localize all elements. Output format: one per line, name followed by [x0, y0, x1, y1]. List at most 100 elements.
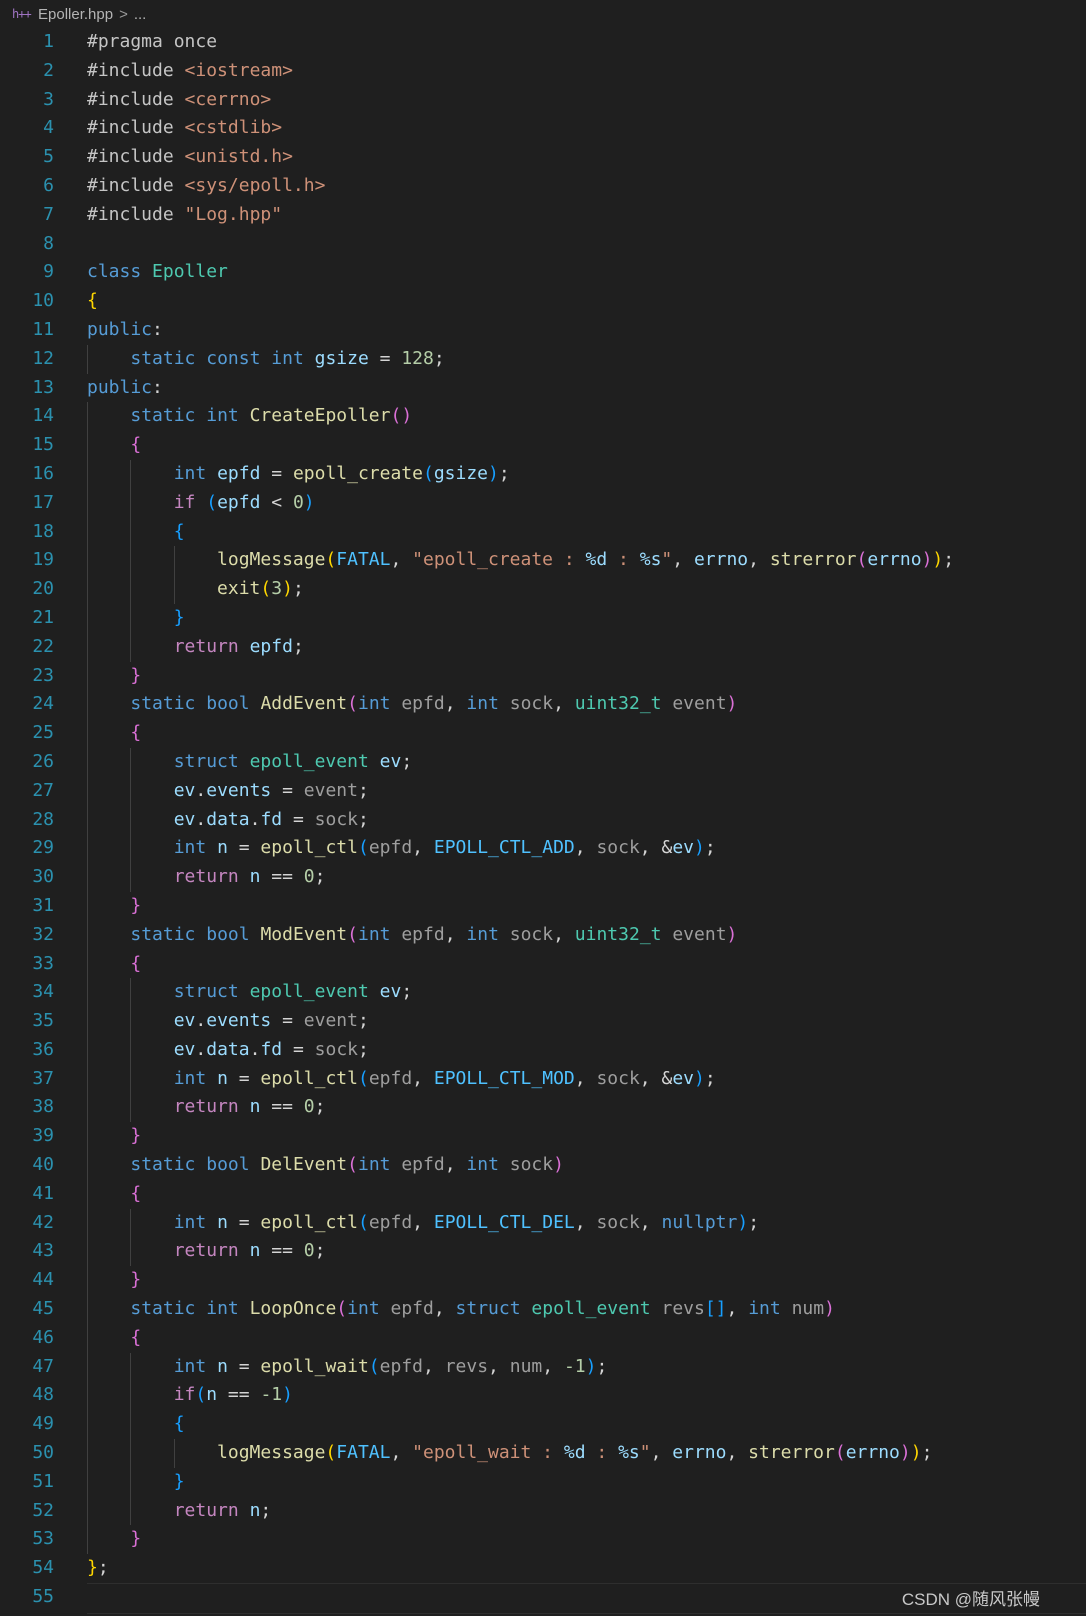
code-line[interactable]: 28 ev.data.fd = sock;: [0, 805, 1086, 835]
code-line[interactable]: 5 #include <unistd.h>: [0, 143, 1086, 172]
code-line[interactable]: 11 public:: [0, 316, 1086, 345]
code-line[interactable]: 48 if(n == -1): [0, 1381, 1086, 1411]
code-token: ;: [97, 1557, 109, 1579]
code-line[interactable]: 45 static int LoopOnce(int epfd, struct …: [0, 1295, 1086, 1324]
code-editor[interactable]: 1 #pragma once 2 #include <iostream> 3 #inclu…: [0, 28, 1086, 1614]
code-line[interactable]: 38 return n == 0;: [0, 1093, 1086, 1123]
code-line[interactable]: 31 }: [0, 891, 1086, 921]
code-line[interactable]: 12 static const int gsize = 128;: [0, 344, 1086, 374]
breadcrumb-symbol-menu[interactable]: ...: [134, 6, 147, 23]
code-line[interactable]: 40 static bool DelEvent(int epfd, int so…: [0, 1151, 1086, 1180]
code-line[interactable]: 51 }: [0, 1467, 1086, 1497]
code-token: ,: [574, 837, 597, 859]
code-line[interactable]: 36 ev.data.fd = sock;: [0, 1035, 1086, 1065]
code-line[interactable]: 15 {: [0, 431, 1086, 460]
code-line[interactable]: 14 static int CreateEpoller(): [0, 402, 1086, 432]
code-line[interactable]: 54};: [0, 1554, 1086, 1583]
code-token: sock: [509, 1154, 554, 1176]
code-line[interactable]: 20 exit(3);: [0, 575, 1086, 604]
code-line[interactable]: 18 {: [0, 517, 1086, 547]
code-line[interactable]: 26 struct epoll_event ev;: [0, 747, 1086, 777]
code-line[interactable]: 39 }: [0, 1122, 1086, 1152]
code-text: static int LoopOnce(int epfd, struct epo…: [87, 1295, 835, 1324]
code-line[interactable]: 41 {: [0, 1179, 1086, 1209]
code-line[interactable]: 53 }: [0, 1525, 1086, 1555]
code-text: logMessage(FATAL, "epoll_create : %d : %…: [87, 546, 954, 575]
code-line[interactable]: 6 #include <sys/epoll.h>: [0, 172, 1086, 201]
code-token: static: [130, 1154, 196, 1176]
code-line[interactable]: 42 int n = epoll_ctl(epfd, EPOLL_CTL_DEL…: [0, 1208, 1086, 1238]
code-line[interactable]: 35 ev.events = event;: [0, 1007, 1086, 1036]
code-token: int: [173, 462, 207, 484]
code-line[interactable]: 30 return n == 0;: [0, 863, 1086, 892]
code-line[interactable]: 7 #include "Log.hpp": [0, 201, 1086, 230]
code-line[interactable]: 44 }: [0, 1266, 1086, 1296]
code-line[interactable]: 1 #pragma once: [0, 28, 1086, 57]
code-line[interactable]: 24 static bool AddEvent(int epfd, int so…: [0, 690, 1086, 720]
code-line[interactable]: 34 struct epoll_event ev;: [0, 978, 1086, 1008]
code-line[interactable]: 2 #include <iostream>: [0, 57, 1086, 86]
code-line[interactable]: 50 logMessage(FATAL, "epoll_wait : %d : …: [0, 1439, 1086, 1468]
code-line[interactable]: 47 int n = epoll_wait(epfd, revs, num, -…: [0, 1352, 1086, 1382]
code-line[interactable]: 13 public:: [0, 374, 1086, 403]
code-token: int: [173, 1355, 207, 1377]
code-token: CreateEpoller: [249, 405, 391, 427]
code-token: =: [260, 462, 293, 484]
code-token: {: [130, 952, 142, 974]
code-text: }: [87, 1525, 141, 1554]
line-number: 37: [32, 1067, 54, 1089]
code-line[interactable]: 43 return n == 0;: [0, 1237, 1086, 1267]
code-line[interactable]: 27 ev.events = event;: [0, 776, 1086, 806]
code-line[interactable]: 8: [0, 230, 1086, 259]
code-line[interactable]: 21 }: [0, 603, 1086, 633]
code-line[interactable]: 4 #include <cstdlib>: [0, 114, 1086, 143]
code-line[interactable]: 33 {: [0, 949, 1086, 979]
code-token: (: [856, 549, 868, 571]
code-text: }: [87, 1266, 141, 1295]
code-token: int: [173, 1067, 207, 1089]
code-line[interactable]: 46 {: [0, 1323, 1086, 1353]
chevron-right-icon: >: [119, 5, 128, 23]
breadcrumb-file[interactable]: Epoller.hpp: [38, 6, 113, 23]
code-line[interactable]: 10 {: [0, 287, 1086, 316]
code-token: public: [87, 376, 153, 398]
code-token: :: [152, 318, 163, 340]
code-line[interactable]: 52 return n;: [0, 1496, 1086, 1526]
code-line[interactable]: 25 {: [0, 719, 1086, 748]
code-token: n: [249, 1240, 261, 1262]
code-line[interactable]: 3 #include <cerrno>: [0, 86, 1086, 115]
line-number: 2: [43, 59, 54, 81]
code-line[interactable]: 49 {: [0, 1410, 1086, 1440]
code-line[interactable]: 29 int n = epoll_ctl(epfd, EPOLL_CTL_ADD…: [0, 834, 1086, 864]
code-token: n: [217, 1211, 228, 1233]
code-token: ,: [542, 1355, 564, 1377]
code-line[interactable]: 32 static bool ModEvent(int epfd, int so…: [0, 920, 1086, 950]
code-line[interactable]: 22 return epfd;: [0, 632, 1086, 662]
code-token: logMessage: [217, 1442, 326, 1464]
code-line[interactable]: 9 class Epoller: [0, 258, 1086, 287]
code-token: .: [195, 1038, 207, 1060]
code-line[interactable]: 19 logMessage(FATAL, "epoll_create : %d …: [0, 546, 1086, 576]
code-token: struct: [173, 750, 239, 772]
code-line[interactable]: 23 }: [0, 661, 1086, 691]
code-line[interactable]: 17 if (epfd < 0): [0, 488, 1086, 518]
code-token: revs: [661, 1298, 705, 1320]
code-line[interactable]: 16 int epfd = epoll_create(gsize);: [0, 459, 1086, 489]
code-line[interactable]: 37 int n = epoll_ctl(epfd, EPOLL_CTL_MOD…: [0, 1064, 1086, 1094]
code-token: (: [357, 1211, 369, 1233]
code-text: if(n == -1): [87, 1381, 293, 1410]
line-number: 31: [32, 894, 54, 916]
code-token: (: [834, 1442, 846, 1464]
code-token: LoopOnce: [249, 1298, 337, 1320]
